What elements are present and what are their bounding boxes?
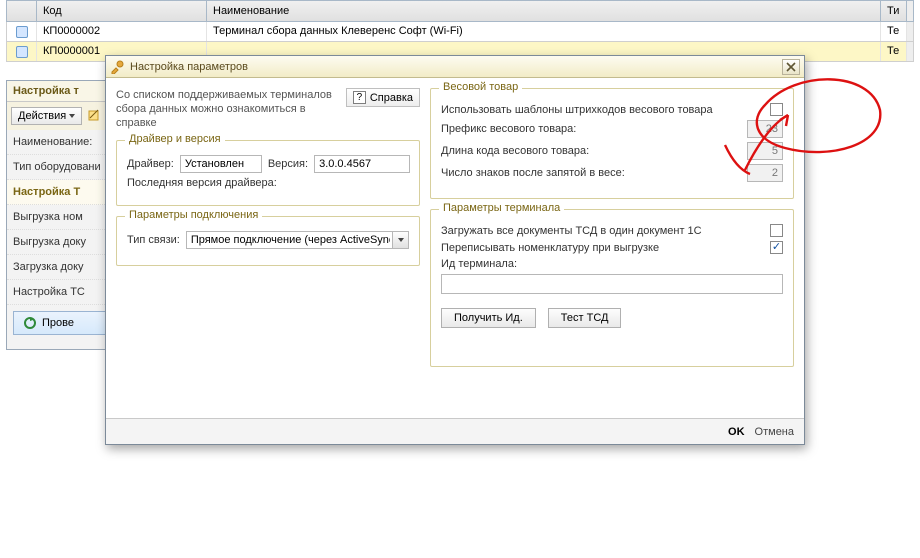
- check-button[interactable]: Прове: [13, 311, 111, 335]
- chevron-down-icon: [69, 114, 75, 118]
- grid-row[interactable]: КП0000002 Терминал сбора данных Клеверен…: [6, 22, 914, 42]
- use-templates-checkbox[interactable]: [770, 103, 783, 116]
- row-icon: [16, 46, 28, 58]
- get-id-label: Получить Ид.: [454, 312, 523, 324]
- terminal-id-label: Ид терминала:: [441, 258, 517, 270]
- connection-type-select[interactable]: [186, 231, 409, 249]
- refresh-icon: [22, 315, 38, 331]
- terminal-group: Параметры терминала Загружать все докуме…: [430, 209, 794, 367]
- panel-toolbar: Действия: [7, 102, 117, 130]
- ok-button[interactable]: OK: [728, 426, 745, 438]
- row-code: КП0000002: [37, 22, 207, 41]
- help-button[interactable]: ? Справка: [346, 88, 420, 107]
- driver-status-field: [180, 155, 262, 173]
- driver-group: Драйвер и версия Драйвер: Версия: Послед…: [116, 140, 420, 206]
- code-length-label: Длина кода весового товара:: [441, 145, 741, 157]
- actions-label: Действия: [18, 110, 66, 122]
- panel-title: Настройка т: [7, 81, 117, 102]
- grid-header-code[interactable]: Код: [37, 1, 207, 21]
- equipment-type-label: Тип оборудовани: [7, 155, 117, 180]
- link-upload-documents[interactable]: Выгрузка доку: [7, 230, 117, 255]
- edit-icon[interactable]: [86, 108, 102, 124]
- test-button[interactable]: Тест ТСД: [548, 308, 622, 328]
- actions-menu-button[interactable]: Действия: [11, 107, 82, 125]
- check-label: Прове: [42, 317, 74, 329]
- dialog-title: Настройка параметров: [130, 61, 248, 73]
- version-label: Версия:: [268, 158, 308, 170]
- connection-type-label: Тип связи:: [127, 234, 180, 246]
- name-label: Наименование:: [7, 130, 117, 155]
- link-download-documents[interactable]: Загрузка доку: [7, 255, 117, 280]
- wrench-icon: [110, 60, 124, 74]
- row-icon: [16, 26, 28, 38]
- decimals-field: [747, 164, 783, 182]
- prefix-label: Префикс весового товара:: [441, 123, 741, 135]
- close-icon: [786, 62, 796, 72]
- cancel-button[interactable]: Отмена: [755, 426, 794, 438]
- hidden-settings-panel: Настройка т Действия Наименование: Тип о…: [6, 80, 118, 350]
- help-label: Справка: [370, 92, 413, 104]
- subgroup-title: Настройка Т: [7, 180, 117, 205]
- row-name: Терминал сбора данных Клеверенс Софт (Wi…: [207, 22, 881, 41]
- row-ti: Те: [881, 42, 907, 61]
- connection-group-legend: Параметры подключения: [125, 209, 262, 221]
- connection-type-value: [186, 231, 409, 249]
- info-text: Со списком поддерживаемых терминалов сбо…: [116, 88, 338, 130]
- load-all-checkbox[interactable]: [770, 224, 783, 237]
- settings-dialog: Настройка параметров Со списком поддержи…: [105, 55, 805, 445]
- grid-header-icon[interactable]: [7, 1, 37, 21]
- link-terminal-settings[interactable]: Настройка ТС: [7, 280, 117, 305]
- weight-group: Весовой товар Использовать шаблоны штрих…: [430, 88, 794, 199]
- question-icon: ?: [353, 91, 366, 104]
- dialog-titlebar[interactable]: Настройка параметров: [106, 56, 804, 78]
- last-version-label: Последняя версия драйвера:: [127, 177, 277, 189]
- overwrite-checkbox[interactable]: [770, 241, 783, 254]
- test-label: Тест ТСД: [561, 312, 609, 324]
- get-id-button[interactable]: Получить Ид.: [441, 308, 536, 328]
- connection-group: Параметры подключения Тип связи:: [116, 216, 420, 266]
- load-all-label: Загружать все документы ТСД в один докум…: [441, 225, 764, 237]
- terminal-id-field[interactable]: [441, 274, 783, 294]
- driver-group-legend: Драйвер и версия: [125, 133, 225, 145]
- grid-header: Код Наименование Ти: [6, 0, 914, 22]
- driver-label: Драйвер:: [127, 158, 174, 170]
- prefix-field: [747, 120, 783, 138]
- dialog-button-bar: OK Отмена: [106, 418, 804, 444]
- decimals-label: Число знаков после запятой в весе:: [441, 167, 741, 179]
- version-field: [314, 155, 410, 173]
- use-templates-label: Использовать шаблоны штрихкодов весового…: [441, 104, 764, 116]
- data-grid: Код Наименование Ти КП0000002 Терминал с…: [6, 0, 914, 62]
- scroll-corner: [907, 1, 913, 21]
- overwrite-label: Переписывать номенклатуру при выгрузке: [441, 242, 764, 254]
- grid-header-name[interactable]: Наименование: [207, 1, 881, 21]
- link-upload-nomenclature[interactable]: Выгрузка ном: [7, 205, 117, 230]
- terminal-group-legend: Параметры терминала: [439, 202, 564, 214]
- weight-group-legend: Весовой товар: [439, 81, 522, 93]
- chevron-down-icon[interactable]: [392, 232, 408, 248]
- code-length-field: [747, 142, 783, 160]
- grid-header-ti[interactable]: Ти: [881, 1, 907, 21]
- row-ti: Те: [881, 22, 907, 41]
- close-button[interactable]: [782, 59, 800, 75]
